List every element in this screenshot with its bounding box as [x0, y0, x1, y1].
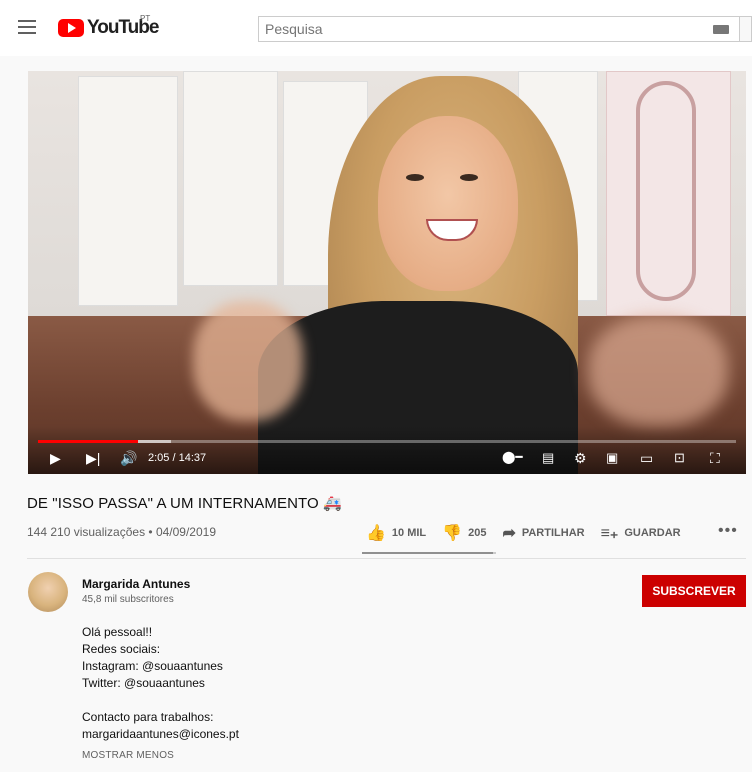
playlist-add-icon: ≡₊ — [600, 525, 619, 542]
next-icon[interactable]: ▶| — [86, 450, 100, 467]
player-controls: ▶ ▶| 🔊 2:05 / 14:37 ⬤━ ▤ ⚙ ▣ ▭ ⊡ ⛶ — [28, 426, 746, 474]
progress-bar[interactable] — [38, 440, 736, 443]
share-arrow-icon: ➦ — [502, 525, 516, 542]
description-line: Instagram: @souaantunes — [82, 659, 223, 673]
theater-mode-icon[interactable]: ▭ — [640, 450, 653, 467]
video-description: Olá pessoal!! Redes sociais: Instagram: … — [82, 624, 239, 743]
show-less-link[interactable]: MOSTRAR MENOS — [82, 750, 174, 761]
top-bar: YouTube PT — [0, 0, 752, 56]
play-logo-icon — [58, 19, 84, 37]
hamburger-menu-icon[interactable] — [18, 20, 36, 34]
played-bar — [38, 440, 138, 443]
video-actions: 👍 10 MIL 👎 205 ➦ PARTILHAR ≡₊ GUARDAR — [366, 522, 697, 544]
save-button[interactable]: ≡₊ GUARDAR — [601, 523, 681, 543]
volume-icon[interactable]: 🔊 — [120, 450, 137, 467]
like-button[interactable]: 👍 10 MIL — [366, 523, 426, 543]
save-label: GUARDAR — [624, 527, 681, 539]
description-line — [82, 692, 239, 709]
autoplay-toggle-icon[interactable]: ⬤━ — [502, 450, 523, 464]
buffer-bar — [137, 440, 171, 443]
thumbs-up-icon: 👍 — [366, 525, 386, 542]
description-line: Twitter: @souaantunes — [82, 676, 205, 690]
search-input[interactable] — [259, 17, 699, 41]
search-button[interactable] — [740, 16, 752, 42]
miniplayer-icon[interactable]: ▣ — [606, 450, 618, 466]
subscriber-count: 45,8 mil subscritores — [82, 594, 174, 605]
presenter-face — [378, 116, 518, 291]
like-ratio-bar — [362, 552, 496, 554]
dislike-count: 205 — [468, 527, 487, 539]
keyboard-icon[interactable] — [713, 25, 729, 34]
divider — [27, 558, 746, 559]
video-meta: 144 210 visualizações • 04/09/2019 — [27, 525, 217, 539]
country-code: PT — [140, 14, 151, 23]
play-icon[interactable]: ▶ — [50, 450, 61, 467]
description-line: margaridaantunes@icones.pt — [82, 727, 239, 741]
thumbs-down-icon: 👎 — [442, 525, 463, 542]
settings-icon[interactable]: ⚙ — [574, 450, 587, 467]
description-line: Contacto para trabalhos: — [82, 710, 214, 724]
video-player[interactable]: ▶ ▶| 🔊 2:05 / 14:37 ⬤━ ▤ ⚙ ▣ ▭ ⊡ ⛶ — [28, 71, 746, 474]
channel-name[interactable]: Margarida Antunes — [82, 577, 190, 591]
description-line: Redes sociais: — [82, 642, 161, 656]
search-box[interactable] — [258, 16, 740, 42]
description-line: Olá pessoal!! — [82, 625, 153, 639]
like-ratio-fill — [362, 552, 494, 554]
subtitles-icon[interactable]: ▤ — [542, 450, 554, 466]
like-count: 10 MIL — [391, 527, 427, 539]
dislike-button[interactable]: 👎 205 — [442, 523, 486, 543]
share-label: PARTILHAR — [521, 527, 585, 539]
video-title: DE "ISSO PASSA" A UM INTERNAMENTO 🚑 — [27, 495, 342, 512]
fullscreen-icon[interactable]: ⛶ — [710, 450, 720, 467]
time-display: 2:05 / 14:37 — [148, 452, 207, 464]
channel-avatar[interactable] — [28, 572, 68, 612]
more-options-icon[interactable]: ••• — [718, 522, 738, 540]
share-button[interactable]: ➦ PARTILHAR — [502, 523, 584, 543]
subscribe-button[interactable]: SUBSCREVER — [642, 575, 746, 607]
cast-icon[interactable]: ⊡ — [674, 450, 685, 466]
